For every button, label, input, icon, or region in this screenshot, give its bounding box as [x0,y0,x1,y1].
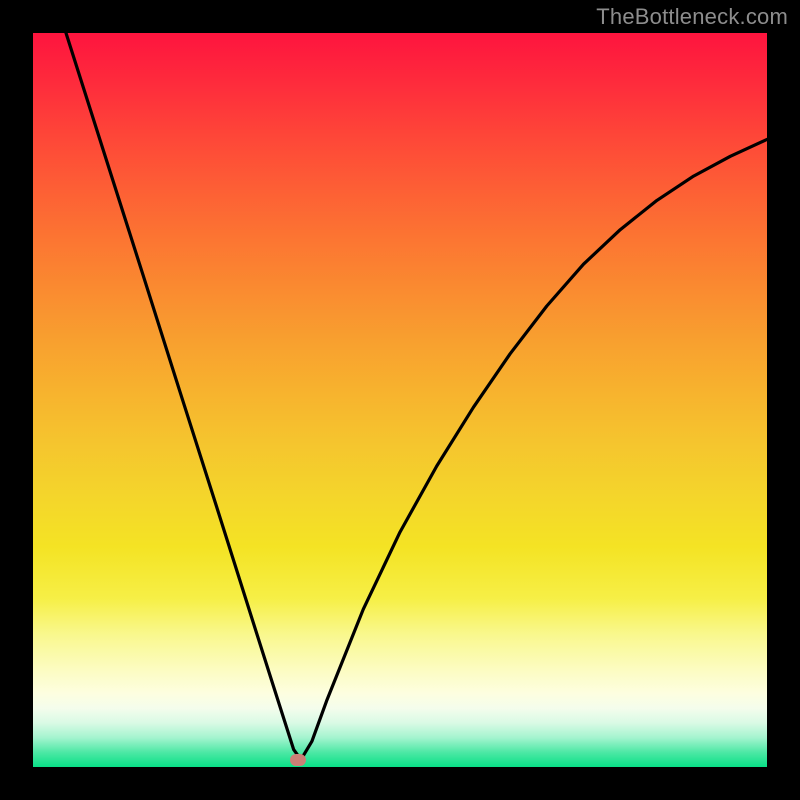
chart-frame: TheBottleneck.com [0,0,800,800]
plot-area [33,33,767,767]
bottleneck-curve [33,33,767,767]
curve-path [66,33,767,760]
watermark-text: TheBottleneck.com [596,4,788,30]
optimal-point-marker [290,754,306,766]
